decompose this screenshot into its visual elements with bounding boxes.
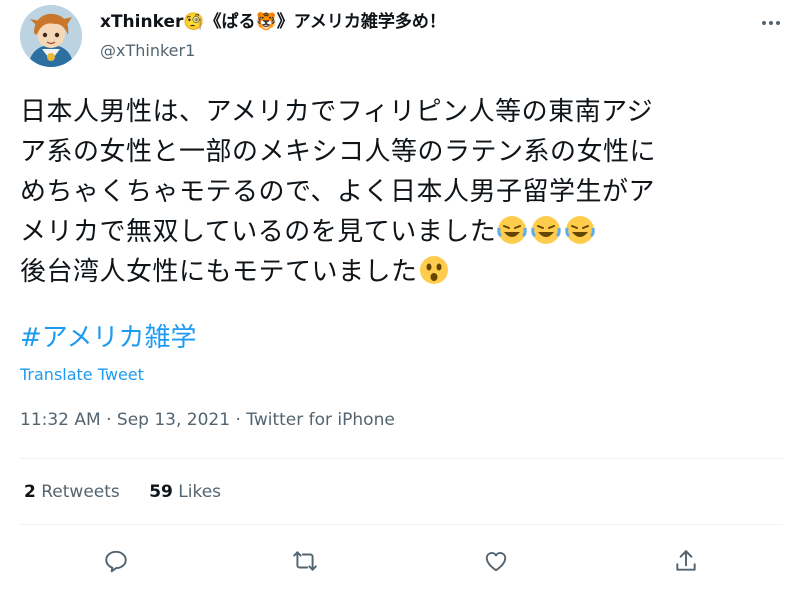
retweets-count: 2 <box>24 482 36 502</box>
retweets-stat[interactable]: 2 Retweets <box>24 480 120 504</box>
retweet-icon[interactable] <box>285 541 325 581</box>
rolling-laughing-emoji-icon <box>531 216 561 244</box>
hashtag-link[interactable]: #アメリカ雑学 <box>20 318 197 358</box>
reply-icon[interactable] <box>96 541 136 581</box>
tweet-line: ア系の女性と一部のメキシコ人等のラテン系の女性に <box>20 137 657 167</box>
tweet-line: メリカで無双しているのを見ていました <box>20 217 497 247</box>
engagement-stats: 2 Retweets 59 Likes <box>24 480 245 504</box>
translate-tweet-link[interactable]: Translate Tweet <box>20 364 144 386</box>
likes-stat[interactable]: 59 Likes <box>149 480 221 504</box>
rolling-laughing-emoji-icon <box>565 216 595 244</box>
tweet-actions-bar <box>0 541 793 581</box>
tweet-timestamp-source[interactable]: 11:32 AM · Sep 13, 2021 · Twitter for iP… <box>20 408 395 432</box>
likes-label: Likes <box>178 482 222 502</box>
user-handle[interactable]: @xThinker1 <box>100 40 195 62</box>
tweet-line-with-emoji: メリカで無双しているのを見ていました <box>20 212 780 252</box>
rolling-laughing-emoji-icon <box>497 216 527 244</box>
tweet-line: 後台湾人女性にもモテていました <box>20 257 418 287</box>
avatar[interactable] <box>20 5 82 67</box>
likes-count: 59 <box>149 482 173 502</box>
tweet-text: 日本人男性は、アメリカでフィリピン人等の東南アジ ア系の女性と一部のメキシコ人等… <box>20 92 780 292</box>
astonished-face-emoji-icon <box>419 256 448 284</box>
tweet-line-with-emoji: 後台湾人女性にもモテていました <box>20 252 780 292</box>
avatar-illustration <box>20 5 82 67</box>
display-name[interactable]: xThinker🧐《ぱる🐯》アメリカ雑学多め！ <box>100 10 446 34</box>
divider <box>20 458 783 459</box>
tweet-line: 日本人男性は、アメリカでフィリピン人等の東南アジ <box>20 97 654 127</box>
retweets-label: Retweets <box>41 482 120 502</box>
heart-icon[interactable] <box>476 541 516 581</box>
tweet-line: めちゃくちゃモテるので、よく日本人男子留学生がア <box>20 177 655 207</box>
divider <box>20 524 783 525</box>
share-icon[interactable] <box>666 541 706 581</box>
more-icon[interactable] <box>758 10 784 36</box>
